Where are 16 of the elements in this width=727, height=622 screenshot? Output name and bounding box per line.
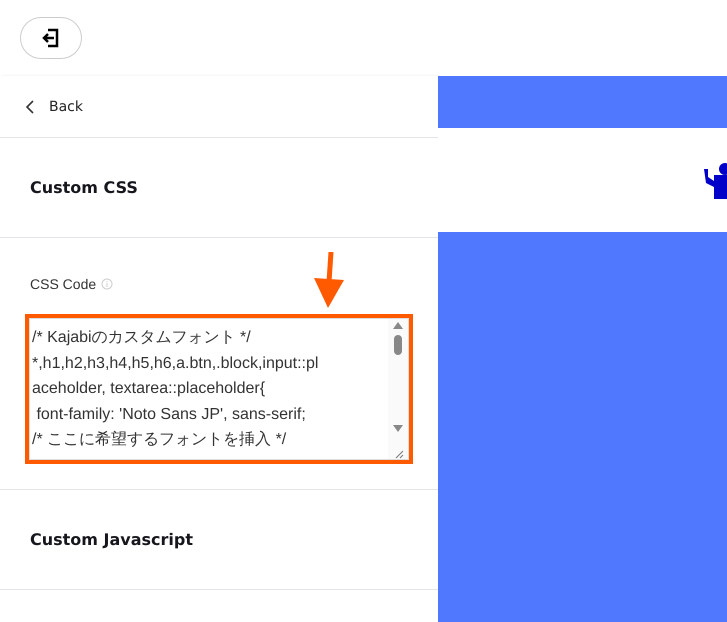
code-line: aceholder, textarea::placeholder{	[32, 379, 266, 399]
code-line: /* ここに希望するフォントを挿入 */	[32, 430, 288, 450]
section-heading: Custom Javascript	[30, 530, 193, 549]
info-icon	[101, 278, 114, 290]
exit-icon	[41, 28, 61, 48]
back-link[interactable]: Back	[25, 98, 83, 114]
code-field[interactable]: /* Kajabiのカスタムフォント */ *,h1,h2,h3,h4,h5,h6,a.btn,.block,input::pl aceholder, textarea::placeholder{ font-family: 'Noto Sans JP', sans-serif; /* ここに希望するフォントを挿入 */	[29, 318, 409, 460]
chevron-left-icon	[25, 100, 35, 114]
scrollbar[interactable]	[388, 319, 408, 459]
field-label: CSS Code	[30, 276, 96, 292]
section-heading: Custom CSS	[30, 178, 138, 197]
code-line: *,h1,h2,h3,h4,h5,h6,a.btn,.block,input::pl	[32, 354, 320, 374]
code-line: /* Kajabiのカスタムフォント */	[32, 328, 252, 348]
person-icon	[704, 161, 727, 199]
exit-button[interactable]	[20, 17, 82, 59]
code-line: font-family: 'Noto Sans JP', sans-serif;	[35, 404, 307, 424]
